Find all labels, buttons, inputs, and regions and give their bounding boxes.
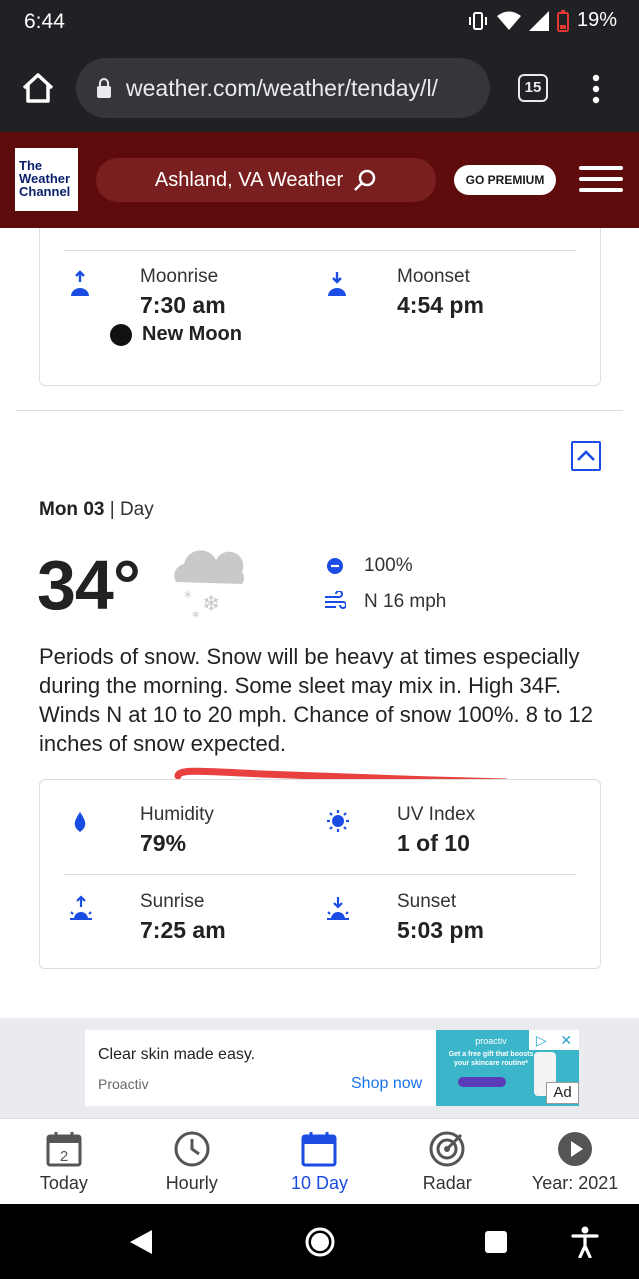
go-premium-button[interactable]: GO PREMIUM [454,165,556,195]
twc-logo[interactable]: The Weather Channel [15,148,78,211]
status-bar: 6:44 19% [0,0,639,44]
location-search-text: Ashland, VA Weather [154,168,344,191]
sunset-value: 5:03 pm [397,917,484,943]
nav-10-day-label: 10 Day [290,1173,349,1193]
day-details-card: Humidity 79% UV Index 1 of 10 Sunrise 7:… [39,779,601,969]
nav-radar[interactable]: Radar [383,1119,511,1204]
signal-icon [528,10,549,31]
precip-chance: 100% [324,555,413,577]
wind: N 16 mph [324,591,446,613]
uv-sun-icon [327,810,349,832]
sunset-icon [327,897,349,920]
url-text: weather.com/weather/tenday/l/ [126,74,438,101]
location-search[interactable]: Ashland, VA Weather [96,158,436,202]
ad-image-button [458,1077,506,1087]
home-icon[interactable] [18,68,58,108]
day-title: Mon 03 | Day [39,499,154,520]
calendar-day-icon: 2 [46,1132,82,1167]
site-header: The Weather Channel Ashland, VA Weather … [0,132,639,228]
day-temperature: 34° [37,546,141,624]
home-circle-icon[interactable] [304,1226,336,1258]
battery-percent: 19% [576,9,617,31]
hamburger-menu-icon[interactable] [579,166,623,192]
svg-text:*: * [184,588,192,606]
moon-phase: New Moon [110,323,242,346]
collapse-chevron-up-icon[interactable] [571,441,601,471]
ad-choices[interactable]: ▷ ✕ [529,1030,579,1050]
calendar-icon [301,1132,337,1167]
recents-icon[interactable] [484,1230,508,1254]
snow-cloud-icon: * ❄ * [174,550,244,622]
moonset-value: 4:54 pm [397,292,484,318]
nav-radar-label: Radar [422,1173,472,1193]
sunset-label: Sunset [397,891,457,912]
sunrise-value: 7:25 am [140,917,226,943]
nav-today-label: Today [39,1173,88,1193]
new-moon-icon [110,323,132,346]
ad-label: Ad [546,1082,579,1104]
adchoices-icon[interactable]: ▷ [536,1032,547,1049]
moon-phase-label: New Moon [142,323,242,345]
more-menu-icon[interactable] [586,74,606,104]
moonset-label: Moonset [397,266,470,287]
moonrise-value: 7:30 am [140,292,226,318]
ad-image-text: Get a free gift that boosts your skincar… [448,1051,534,1067]
ad-advertiser: Proactiv [98,1076,149,1092]
ad-container: Clear skin made easy. Proactiv Shop now … [0,1018,639,1118]
uv-label: UV Index [397,804,476,825]
back-icon[interactable] [128,1228,154,1256]
sunrise-label: Sunrise [140,891,205,912]
wind-value: N 16 mph [364,591,447,612]
tab-switcher-button[interactable]: 15 [518,74,548,102]
nav-year-label: Year: 2021 [531,1173,619,1193]
status-time: 6:44 [24,10,65,33]
wifi-icon [496,11,521,30]
nav-10-day[interactable]: 10 Day [256,1119,384,1204]
clock-icon [174,1131,210,1167]
play-circle-icon [558,1132,593,1166]
battery-icon [556,9,569,32]
nav-year[interactable]: Year: 2021 [511,1119,639,1204]
nav-today[interactable]: 2 Today [0,1119,128,1204]
humidity-label: Humidity [140,804,214,825]
svg-text:❄: ❄ [202,592,220,617]
nav-hourly-label: Hourly [165,1173,218,1193]
precip-chance-value: 100% [364,555,413,576]
day-narrative: Periods of snow. Snow will be heavy at t… [39,644,593,756]
accessibility-icon[interactable] [571,1226,599,1258]
svg-text:*: * [192,608,200,622]
url-bar[interactable]: weather.com/weather/tenday/l/ [76,58,490,118]
svg-text:2: 2 [60,1148,68,1165]
precip-icon [327,558,343,574]
wind-icon [325,591,346,609]
humidity-drop-icon [74,812,86,832]
ad-shop-now-link[interactable]: Shop now [351,1075,422,1093]
vibrate-icon [468,11,487,30]
moonset-icon [328,272,346,296]
search-icon [354,169,376,191]
section-divider [16,410,623,411]
uv-value: 1 of 10 [397,830,470,856]
moonrise-icon [71,270,89,296]
ten-day-content: Moonrise 7:30 am Moonset 4:54 pm New Moo… [0,228,639,1018]
radar-icon [429,1131,465,1167]
humidity-value: 79% [140,830,187,856]
lock-icon [97,78,111,98]
sunrise-icon [70,895,92,920]
nav-hourly[interactable]: Hourly [128,1119,256,1204]
system-navigation-bar [0,1204,639,1279]
browser-toolbar: weather.com/weather/tenday/l/ 15 [0,44,639,132]
moon-card: Moonrise 7:30 am Moonset 4:54 pm New Moo… [39,228,601,386]
ad-banner[interactable]: Clear skin made easy. Proactiv Shop now … [85,1030,579,1106]
bottom-navigation: 2 Today Hourly 10 Day Radar Year: 2021 [0,1118,639,1204]
close-ad-icon[interactable]: ✕ [560,1032,572,1049]
moonrise-label: Moonrise [140,266,219,287]
ad-headline: Clear skin made easy. [98,1046,256,1063]
